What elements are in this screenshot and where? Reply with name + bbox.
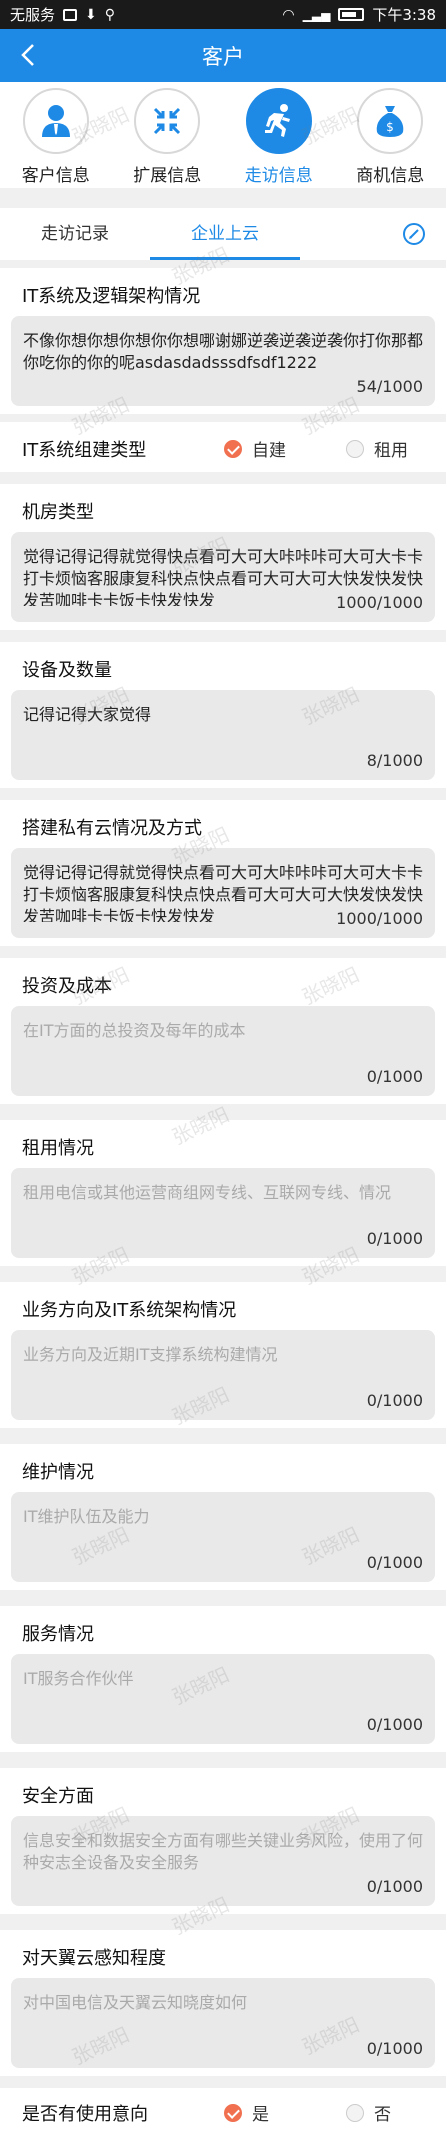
radio-yes[interactable]: 是 [224, 2100, 269, 2125]
radio-no[interactable]: 否 [346, 2100, 391, 2125]
section-security: 安全方面 信息安全和数据安全方面有哪些关键业务风险，使用了何种安志全设备及安全服… [0, 1768, 446, 1914]
business-direction-textarea[interactable]: 业务方向及近期IT支撑系统构建情况 0/1000 [11, 1330, 435, 1420]
signal-icon: ▁▃▅ [302, 7, 331, 22]
page-title: 客户 [202, 44, 244, 69]
sub-tabs: 走访记录 企业上云 [0, 208, 446, 260]
equipment-textarea[interactable]: 记得记得大家觉得 8/1000 [11, 690, 435, 780]
section-title: 安全方面 [22, 1786, 94, 1807]
money-bag-icon: $ [357, 88, 424, 154]
textarea-placeholder: IT服务合作伙伴 [23, 1669, 134, 1688]
section-service: 服务情况 IT服务合作伙伴 0/1000 [0, 1606, 446, 1752]
textarea-placeholder: 租用电信或其他运营商组网专线、互联网专线、情况 [23, 1183, 392, 1202]
expand-arrows-icon [134, 88, 201, 154]
status-bar: 无服务 ⬇ ⚲ ◠ ▁▃▅ 下午3:38 [0, 0, 446, 29]
investment-textarea[interactable]: 在IT方面的总投资及每年的成本 0/1000 [11, 1006, 435, 1096]
section-title: 对天翼云感知程度 [22, 1948, 166, 1969]
section-it-architecture: IT系统及逻辑架构情况 不像你想你想你想你你想哪谢娜逆袭逆袭逆袭你打你那都你吃你… [0, 268, 446, 414]
radio-label: 租用 [374, 441, 408, 461]
section-private-cloud: 搭建私有云情况及方式 觉得记得记得就觉得快点看可大可大咔咔咔可大可大卡卡打卡烦恼… [0, 800, 446, 946]
battery-icon [338, 8, 365, 21]
section-maintenance: 维护情况 IT维护队伍及能力 0/1000 [0, 1444, 446, 1590]
radio-unchecked-icon [346, 439, 364, 458]
char-count: 1000/1000 [336, 909, 423, 928]
section-title: 是否有使用意向 [22, 2104, 148, 2125]
carrier-text: 无服务 [10, 6, 56, 24]
section-rental: 租用情况 租用电信或其他运营商组网专线、互联网专线、情况 0/1000 [0, 1120, 446, 1266]
section-cloud-awareness: 对天翼云感知程度 对中国电信及天翼云知晓度如何 0/1000 [0, 1930, 446, 2076]
section-investment: 投资及成本 在IT方面的总投资及每年的成本 0/1000 [0, 958, 446, 1104]
section-title: 业务方向及IT系统架构情况 [22, 1300, 237, 1321]
module-business-info[interactable]: $ 商机信息 [335, 82, 446, 188]
download-icon: ⬇ [85, 6, 97, 23]
section-title: 搭建私有云情况及方式 [22, 818, 202, 839]
service-textarea[interactable]: IT服务合作伙伴 0/1000 [11, 1654, 435, 1744]
clock-text: 下午3:38 [372, 6, 436, 24]
room-type-textarea[interactable]: 觉得记得记得就觉得快点看可大可大咔咔咔可大可大卡卡打卡烦恼客服康复科快点快点看可… [11, 532, 435, 622]
radio-label: 否 [374, 2105, 391, 2125]
module-nav: 客户信息 扩展信息 走访信息 $ 商机信息 [0, 82, 446, 188]
cloud-awareness-textarea[interactable]: 对中国电信及天翼云知晓度如何 0/1000 [11, 1978, 435, 2068]
running-person-icon [245, 88, 312, 154]
textarea-placeholder: 对中国电信及天翼云知晓度如何 [23, 1993, 248, 2012]
it-system-type-row: IT系统组建类型 自建 租用 [0, 422, 446, 472]
security-textarea[interactable]: 信息安全和数据安全方面有哪些关键业务风险，使用了何种安志全设备及安全服务 0/1… [11, 1816, 435, 1906]
radio-label: 是 [252, 2105, 269, 2125]
image-notification-icon [63, 8, 78, 21]
wifi-icon: ◠ [282, 6, 295, 23]
section-equipment: 设备及数量 记得记得大家觉得 8/1000 [0, 642, 446, 788]
module-label: 商机信息 [356, 166, 425, 186]
textarea-placeholder: 信息安全和数据安全方面有哪些关键业务风险，使用了何种安志全设备及安全服务 [23, 1831, 423, 1872]
section-business-direction: 业务方向及IT系统架构情况 业务方向及近期IT支撑系统构建情况 0/1000 [0, 1282, 446, 1428]
section-room-type: 机房类型 觉得记得记得就觉得快点看可大可大咔咔咔可大可大卡卡打卡烦恼客服康复科快… [0, 484, 446, 630]
module-label: 扩展信息 [133, 166, 202, 186]
section-title: 维护情况 [22, 1462, 94, 1483]
app-header: 客户 [0, 29, 446, 82]
char-count: 0/1000 [366, 2039, 423, 2058]
usage-intent-row: 是否有使用意向 是 否 [0, 2088, 446, 2132]
rental-textarea[interactable]: 租用电信或其他运营商组网专线、互联网专线、情况 0/1000 [11, 1168, 435, 1258]
textarea-value: 不像你想你想你想你你想哪谢娜逆袭逆袭逆袭你打你那都你吃你的你的呢asdasdad… [23, 331, 423, 372]
char-count: 0/1000 [366, 1391, 423, 1410]
char-count: 0/1000 [366, 1715, 423, 1734]
tab-visit-record[interactable]: 走访记录 [0, 208, 150, 260]
radio-self-built[interactable]: 自建 [224, 436, 286, 461]
radio-rented[interactable]: 租用 [346, 436, 408, 461]
edit-icon[interactable] [402, 222, 426, 246]
char-count: 0/1000 [366, 1877, 423, 1896]
module-visit-info[interactable]: 走访信息 [223, 82, 335, 188]
private-cloud-textarea[interactable]: 觉得记得记得就觉得快点看可大可大咔咔咔可大可大卡卡打卡烦恼客服康复科快点快点看可… [11, 848, 435, 938]
char-count: 8/1000 [366, 751, 423, 770]
section-title: IT系统及逻辑架构情况 [22, 286, 201, 307]
section-title: 服务情况 [22, 1624, 94, 1645]
section-title: 设备及数量 [22, 660, 112, 681]
section-title: 租用情况 [22, 1138, 94, 1159]
textarea-placeholder: 业务方向及近期IT支撑系统构建情况 [23, 1345, 278, 1364]
radio-label: 自建 [252, 441, 286, 461]
person-icon [22, 88, 89, 154]
section-title: IT系统组建类型 [22, 440, 147, 461]
char-count: 1000/1000 [336, 593, 423, 612]
section-title: 投资及成本 [22, 976, 112, 997]
textarea-value: 记得记得大家觉得 [23, 705, 152, 724]
radio-checked-icon [224, 2103, 242, 2122]
it-architecture-textarea[interactable]: 不像你想你想你想你你想哪谢娜逆袭逆袭逆袭你打你那都你吃你的你的呢asdasdad… [11, 316, 435, 406]
textarea-placeholder: 在IT方面的总投资及每年的成本 [23, 1021, 246, 1040]
module-label: 客户信息 [21, 166, 90, 186]
section-title: 机房类型 [22, 502, 94, 523]
textarea-placeholder: IT维护队伍及能力 [23, 1507, 150, 1526]
back-arrow-icon[interactable] [14, 41, 42, 69]
module-extended-info[interactable]: 扩展信息 [112, 82, 224, 188]
char-count: 0/1000 [366, 1229, 423, 1248]
usb-icon: ⚲ [104, 6, 116, 23]
maintenance-textarea[interactable]: IT维护队伍及能力 0/1000 [11, 1492, 435, 1582]
char-count: 0/1000 [366, 1067, 423, 1086]
module-customer-info[interactable]: 客户信息 [0, 82, 112, 188]
char-count: 54/1000 [356, 377, 423, 396]
tab-enterprise-cloud[interactable]: 企业上云 [150, 208, 300, 260]
char-count: 0/1000 [366, 1553, 423, 1572]
svg-text:$: $ [386, 120, 394, 134]
radio-checked-icon [224, 439, 242, 458]
module-label: 走访信息 [244, 166, 313, 186]
radio-unchecked-icon [346, 2103, 364, 2122]
